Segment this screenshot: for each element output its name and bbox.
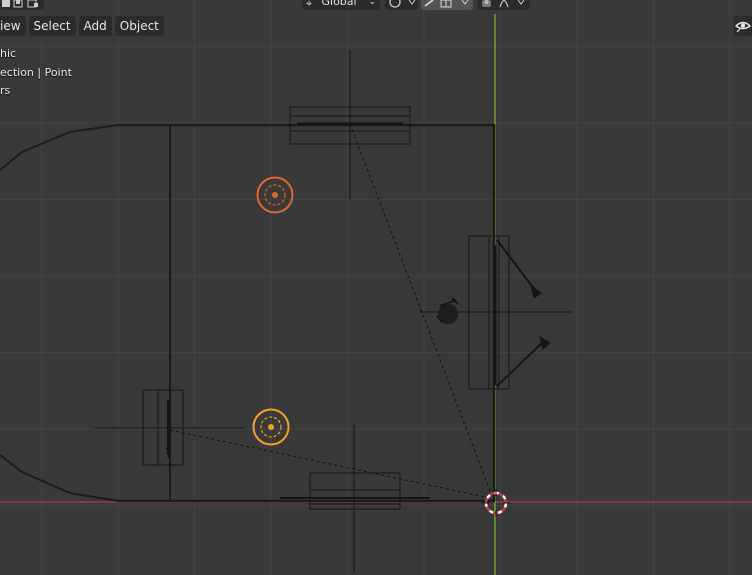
header-menu: iew Select Add Object <box>0 16 164 36</box>
scene-canvas[interactable] <box>0 0 752 575</box>
left-panel-object[interactable] <box>95 389 245 466</box>
viewport-extra-info: rs <box>0 84 11 97</box>
visibility-eye-icon <box>734 21 752 33</box>
snap-icon <box>424 0 469 8</box>
select-mode-icons[interactable] <box>0 0 44 10</box>
global-axes-icon: ⌖ <box>306 0 313 10</box>
view-menu[interactable]: iew <box>0 16 26 36</box>
snap-toggle[interactable] <box>421 0 473 10</box>
viewport-collection-info: ection | Point <box>0 66 72 79</box>
proportional-edit-toggle[interactable] <box>478 0 530 10</box>
3d-cursor[interactable] <box>482 489 510 517</box>
transform-orientation-label: Global <box>321 0 357 8</box>
chevron-down-icon: ⌄ <box>368 0 376 7</box>
add-menu[interactable]: Add <box>78 16 112 36</box>
top-panel-object[interactable] <box>289 50 411 200</box>
room-wireframe[interactable] <box>0 123 496 503</box>
proportional-edit-icon <box>482 0 525 8</box>
bottom-panel-object[interactable] <box>280 423 430 573</box>
light-selected[interactable] <box>256 176 294 214</box>
camera-object[interactable] <box>436 297 459 324</box>
pivot-point-dropdown[interactable] <box>385 0 418 10</box>
select-menu[interactable]: Select <box>28 16 76 36</box>
object-menu[interactable]: Object <box>114 16 164 36</box>
transform-orientation-dropdown[interactable]: ⌖ Global ⌄ <box>302 0 380 10</box>
light-active[interactable] <box>252 408 290 446</box>
pivot-icon <box>389 0 416 8</box>
3d-viewport[interactable]: hic ection | Point rs <box>0 0 752 575</box>
viewport-view-name: hic <box>0 47 17 60</box>
visibility-toggle[interactable] <box>734 16 752 36</box>
viewport-header: iew Select Add Object ⌖ Global ⌄ <box>0 0 752 40</box>
